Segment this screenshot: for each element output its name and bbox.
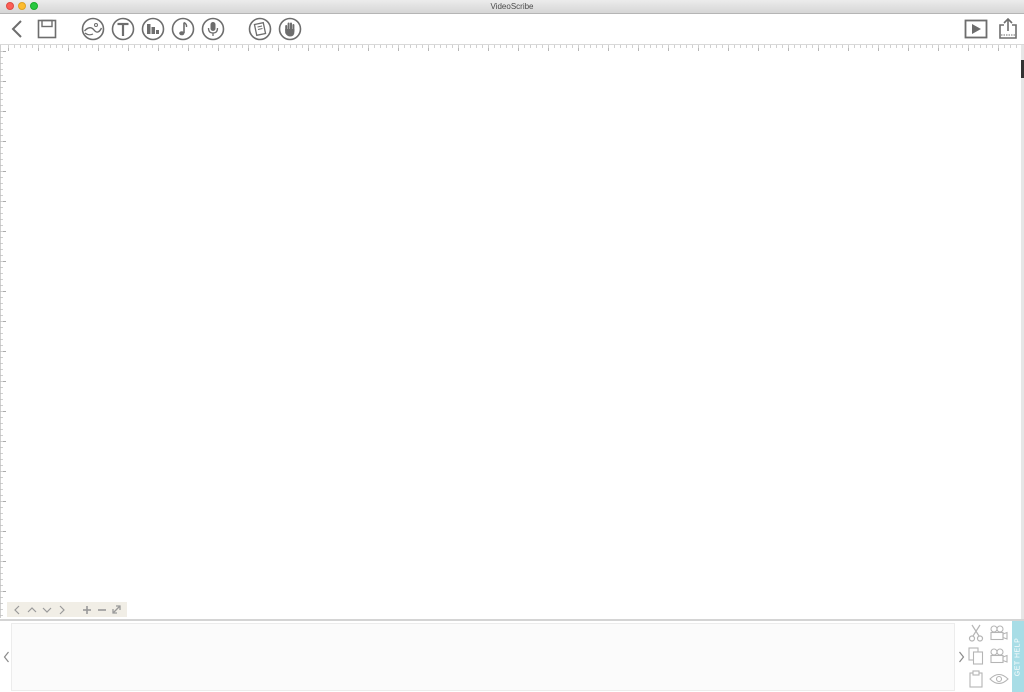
chevron-down-icon xyxy=(42,607,51,613)
preview-eye-icon xyxy=(989,673,1009,685)
drawing-canvas[interactable] xyxy=(0,45,1021,618)
hand-button[interactable] xyxy=(277,16,303,42)
back-button[interactable] xyxy=(4,16,30,42)
export-icon xyxy=(999,17,1017,39)
chevron-up-icon xyxy=(27,606,36,612)
set-camera-button[interactable] xyxy=(989,623,1009,643)
save-icon xyxy=(37,19,57,39)
cut-button[interactable] xyxy=(966,623,986,643)
save-button[interactable] xyxy=(34,16,60,42)
zoom-out-button[interactable] xyxy=(94,603,109,617)
zoom-out-icon xyxy=(97,608,106,611)
cut-icon xyxy=(968,624,984,642)
left-ruler xyxy=(0,51,6,617)
timeline-scroll-left[interactable] xyxy=(1,650,11,664)
background-icon xyxy=(248,17,272,41)
export-button[interactable] xyxy=(995,16,1021,42)
copy-button[interactable] xyxy=(966,646,986,666)
music-icon xyxy=(171,17,195,41)
preview-button[interactable] xyxy=(989,669,1009,689)
timeline-strip[interactable] xyxy=(11,623,955,691)
voiceover-icon xyxy=(201,17,225,41)
copy-icon xyxy=(968,647,984,665)
chevron-left-icon xyxy=(13,605,19,614)
window-title: VideoScribe xyxy=(490,2,534,11)
add-chart-button[interactable] xyxy=(140,16,166,42)
main-toolbar xyxy=(0,14,1024,45)
element-edit-panel xyxy=(966,621,1010,692)
zoom-in-button[interactable] xyxy=(79,603,94,617)
chevron-left-icon xyxy=(3,651,9,663)
back-icon xyxy=(11,20,22,38)
get-help-tab[interactable]: GET HELP xyxy=(1012,621,1024,692)
title-bar: VideoScribe xyxy=(0,0,1024,14)
add-image-icon xyxy=(81,17,105,41)
top-ruler xyxy=(8,45,1020,51)
pan-right-button[interactable] xyxy=(54,603,69,617)
fit-screen-button[interactable] xyxy=(109,603,124,617)
chevron-right-icon xyxy=(59,605,65,614)
pan-down-button[interactable] xyxy=(39,603,54,617)
add-chart-icon xyxy=(141,17,165,41)
chevron-right-icon xyxy=(958,651,964,663)
play-icon xyxy=(964,19,988,39)
paste-icon xyxy=(969,670,983,688)
play-button[interactable] xyxy=(963,16,989,42)
voiceover-button[interactable] xyxy=(200,16,226,42)
music-button[interactable] xyxy=(170,16,196,42)
zoom-in-icon xyxy=(82,605,91,614)
pan-left-button[interactable] xyxy=(9,603,24,617)
hand-icon xyxy=(278,17,302,41)
add-image-button[interactable] xyxy=(80,16,106,42)
get-camera-button[interactable] xyxy=(989,646,1009,666)
add-text-icon xyxy=(111,17,135,41)
add-text-button[interactable] xyxy=(110,16,136,42)
camera-get-icon xyxy=(990,648,1008,664)
pan-up-button[interactable] xyxy=(24,603,39,617)
get-help-label: GET HELP xyxy=(1014,637,1022,676)
fit-screen-icon xyxy=(112,605,121,614)
camera-set-icon xyxy=(990,625,1008,641)
timeline-scroll-right[interactable] xyxy=(956,650,966,664)
paste-button[interactable] xyxy=(966,669,986,689)
background-button[interactable] xyxy=(247,16,273,42)
canvas-nav-controls xyxy=(7,602,127,617)
